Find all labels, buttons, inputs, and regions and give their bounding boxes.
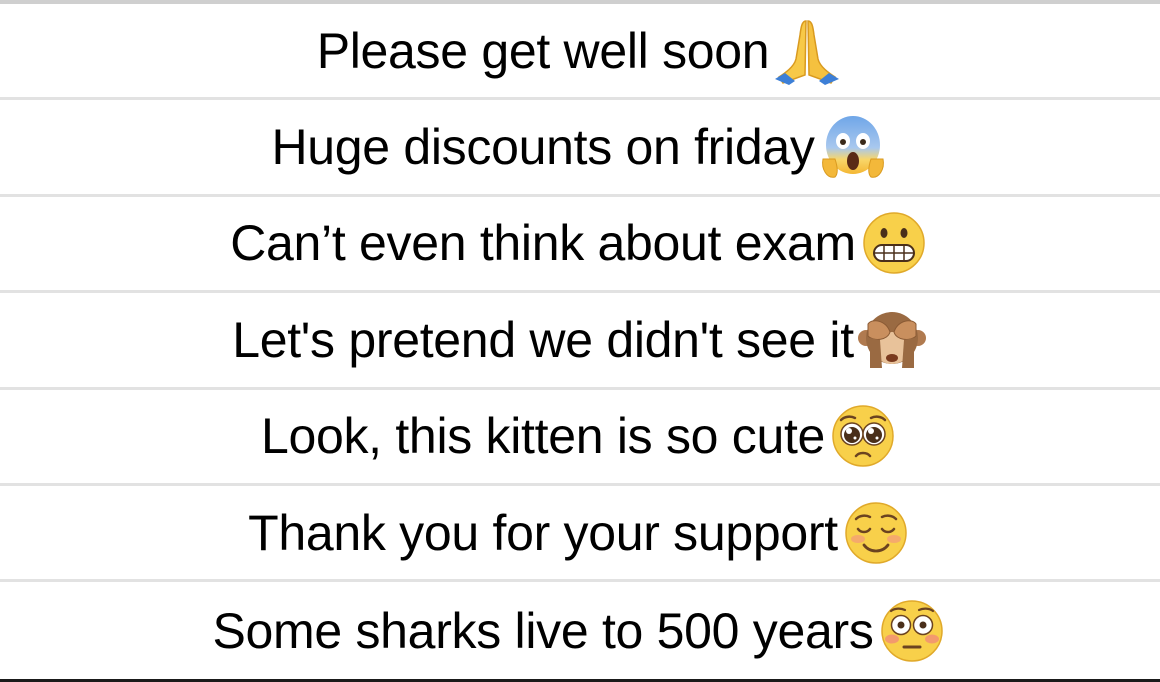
table-cell: Thank you for your support — [248, 497, 912, 569]
table-row: Please get well soon — [0, 4, 1160, 101]
grimacing-face-icon — [863, 212, 925, 275]
face-screaming-in-fear-icon — [821, 116, 884, 178]
see-no-evil-monkey-icon — [857, 311, 926, 368]
table-cell: Please get well soon — [317, 15, 844, 87]
flushed-face-icon — [880, 599, 943, 662]
pleading-face-icon — [832, 405, 894, 467]
table-cell: Some sharks live to 500 years — [212, 595, 947, 667]
folded-hands-icon — [775, 19, 840, 85]
table-row: Huge discounts on friday — [0, 100, 1160, 197]
table-row: Look, this kitten is so cute — [0, 390, 1160, 486]
phrase-text: Let's pretend we didn't see it — [232, 311, 854, 368]
phrase-text: Please get well soon — [316, 22, 770, 79]
table-cell: Let's pretend we didn't see it — [232, 304, 928, 376]
phrase-text: Some sharks live to 500 years — [212, 602, 874, 659]
table-row: Some sharks live to 500 years — [0, 582, 1160, 678]
table-row: Can’t even think about exam — [0, 197, 1160, 294]
table-cell: Look, this kitten is so cute — [261, 400, 899, 472]
phrase-text: Look, this kitten is so cute — [260, 408, 826, 465]
table-cell: Huge discounts on friday — [271, 111, 888, 183]
table-cell: Can’t even think about exam — [230, 207, 930, 279]
phrase-table: Please get well soon Huge discounts on f… — [0, 0, 1160, 682]
smiling-face-icon — [845, 501, 907, 564]
table-row: Thank you for your support — [0, 486, 1160, 583]
phrase-text: Huge discounts on friday — [271, 119, 815, 176]
phrase-text: Thank you for your support — [248, 504, 838, 561]
phrase-text: Can’t even think about exam — [230, 215, 856, 272]
table-row: Let's pretend we didn't see it — [0, 293, 1160, 390]
